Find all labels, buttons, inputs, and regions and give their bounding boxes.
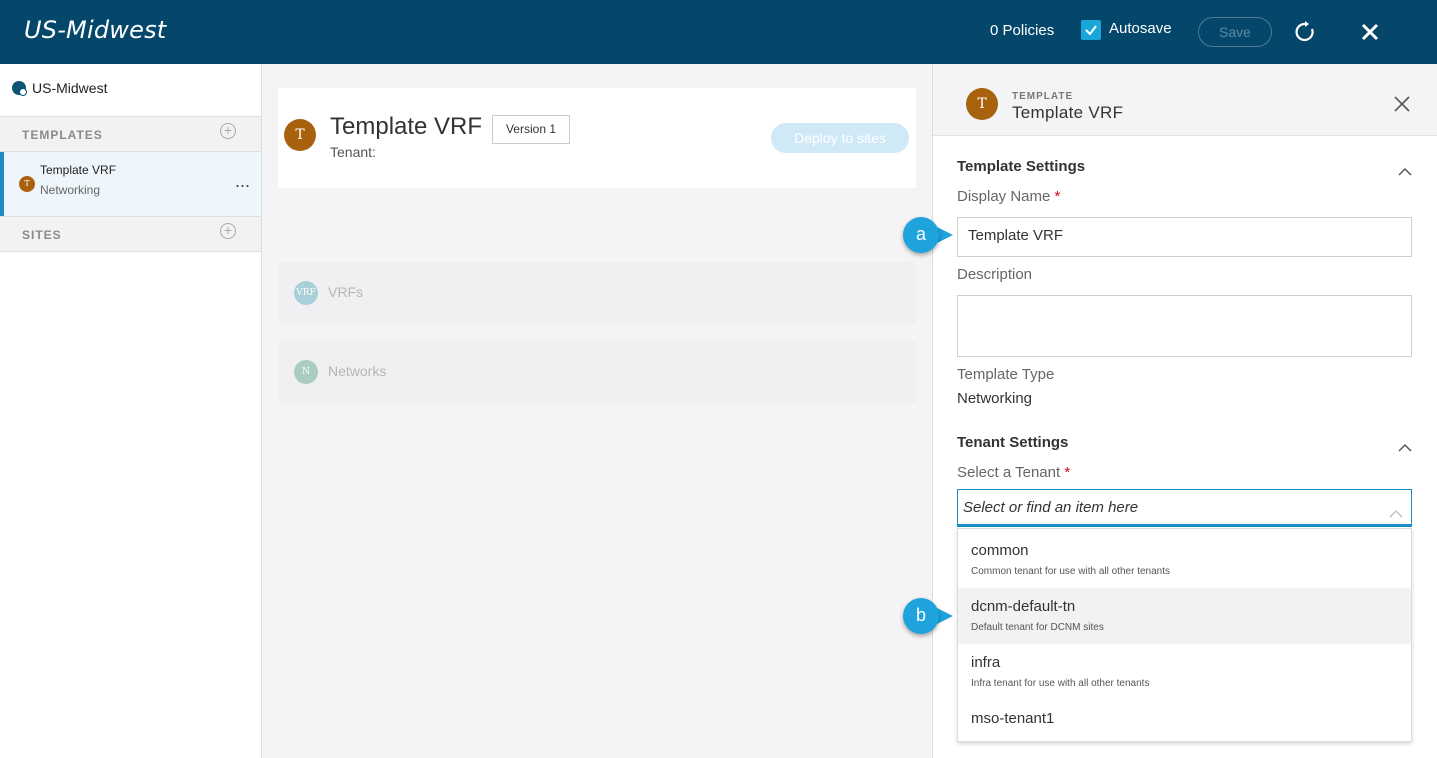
vrfs-label: VRFs: [328, 284, 363, 300]
sidebar: US-Midwest TEMPLATES + T Template VRF Ne…: [0, 64, 262, 758]
template-card: T Template VRF Version 1 Tenant: Deploy …: [278, 88, 916, 188]
networks-section[interactable]: N Networks: [278, 341, 916, 403]
panel-avatar: T: [966, 88, 998, 120]
add-site-icon[interactable]: +: [220, 223, 236, 239]
version-badge[interactable]: Version 1: [492, 115, 570, 144]
chevron-up-icon[interactable]: [1398, 163, 1412, 181]
panel-header: T TEMPLATE Template VRF: [933, 64, 1437, 136]
select-tenant-label: Select a Tenant *: [957, 464, 1071, 481]
tenant-select-input[interactable]: Select or find an item here: [957, 489, 1412, 527]
site-name: US-Midwest: [32, 80, 108, 96]
display-name-input[interactable]: Template VRF: [957, 217, 1412, 257]
template-avatar-large: T: [284, 119, 316, 151]
chevron-up-icon[interactable]: [1398, 439, 1412, 457]
policies-count[interactable]: 0 Policies: [990, 22, 1054, 39]
tenant-option-mso-tenant1[interactable]: mso-tenant1: [958, 700, 1411, 756]
description-textarea[interactable]: [957, 295, 1412, 357]
network-icon: N: [294, 360, 318, 384]
option-name: dcnm-default-tn: [971, 598, 1076, 615]
template-name: Template VRF: [330, 113, 483, 140]
template-avatar: T: [19, 176, 35, 192]
site-link[interactable]: US-Midwest: [12, 80, 107, 96]
description-label: Description: [957, 266, 1033, 283]
deploy-button[interactable]: Deploy to sites: [771, 123, 909, 153]
option-desc: Default tenant for DCNM sites: [971, 622, 1104, 633]
option-name: mso-tenant1: [971, 710, 1055, 727]
template-item-title: Template VRF: [40, 163, 117, 177]
option-desc: Infra tenant for use with all other tena…: [971, 678, 1150, 689]
close-icon[interactable]: [1359, 21, 1381, 48]
template-type-label: Template Type: [957, 366, 1055, 383]
tenant-option-infra[interactable]: infra Infra tenant for use with all othe…: [958, 644, 1411, 700]
tenant-label: Tenant:: [330, 144, 376, 160]
panel-kicker: TEMPLATE: [1012, 91, 1074, 102]
tenant-option-dcnm-default-tn[interactable]: dcnm-default-tn Default tenant for DCNM …: [958, 588, 1411, 644]
callout-b: b: [903, 598, 953, 634]
close-panel-icon[interactable]: [1394, 96, 1410, 117]
save-button[interactable]: Save: [1198, 17, 1272, 47]
panel-title: Template VRF: [1012, 103, 1124, 122]
sidebar-item-template-vrf[interactable]: T Template VRF Networking ...: [0, 152, 261, 216]
templates-header-label: TEMPLATES: [22, 128, 103, 142]
callout-b-label: b: [903, 598, 939, 634]
tenant-option-common[interactable]: common Common tenant for use with all ot…: [958, 532, 1411, 588]
app-title: US-Midwest: [24, 16, 167, 44]
chevron-up-icon[interactable]: [1389, 505, 1403, 523]
site-icon: [12, 81, 27, 96]
option-desc: Common tenant for use with all other ten…: [971, 566, 1170, 577]
autosave-checkbox[interactable]: [1081, 20, 1101, 40]
template-type-value: Networking: [957, 390, 1033, 407]
option-name: infra: [971, 654, 1001, 671]
tenant-dropdown: common Common tenant for use with all ot…: [957, 528, 1412, 742]
networks-label: Networks: [328, 363, 387, 379]
display-name-label: Display Name *: [957, 188, 1061, 205]
properties-panel: T TEMPLATE Template VRF Template Setting…: [932, 64, 1437, 758]
vrf-icon: VRF: [294, 281, 318, 305]
checkmark-icon: [1085, 25, 1097, 36]
template-settings-heading: Template Settings: [957, 158, 1086, 175]
autosave-label: Autosave: [1109, 20, 1172, 37]
callout-a: a: [903, 217, 953, 253]
templates-header: TEMPLATES +: [0, 116, 261, 152]
tenant-settings-heading: Tenant Settings: [957, 434, 1069, 451]
add-template-icon[interactable]: +: [220, 123, 236, 139]
refresh-icon[interactable]: [1294, 21, 1316, 48]
vrfs-section[interactable]: VRF VRFs: [278, 262, 916, 324]
sites-header-label: SITES: [22, 228, 62, 242]
more-options-icon[interactable]: ...: [235, 171, 250, 192]
option-name: common: [971, 542, 1029, 559]
top-bar: US-Midwest 0 Policies Autosave Save: [0, 0, 1437, 64]
template-item-subtitle: Networking: [40, 183, 101, 197]
callout-a-label: a: [903, 217, 939, 253]
sites-header: SITES +: [0, 216, 261, 252]
